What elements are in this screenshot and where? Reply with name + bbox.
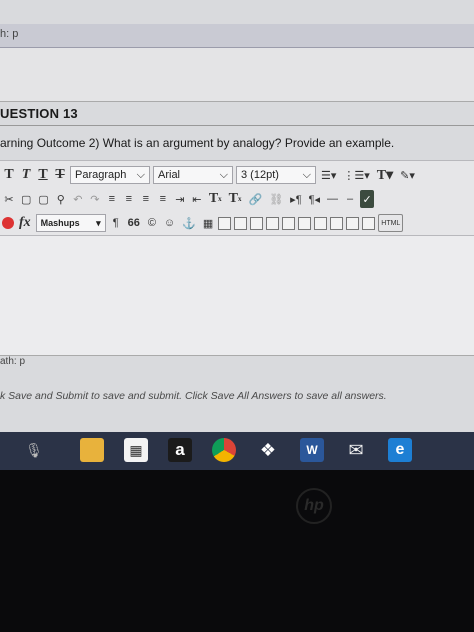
- table-icon[interactable]: ▦: [201, 214, 215, 232]
- size-select[interactable]: 3 (12pt) ⌵: [236, 166, 316, 184]
- mashups-label: Mashups: [40, 218, 80, 228]
- spellcheck-icon[interactable]: ✓: [360, 190, 375, 208]
- formula-button[interactable]: fx: [17, 214, 33, 232]
- amazon-icon[interactable]: a: [168, 438, 192, 462]
- font-select[interactable]: Arial ⌵: [153, 166, 233, 184]
- toolbar-row-3: fx Mashups ▾ ¶ 66 © ☺ ⚓ ▦ HTML: [0, 211, 474, 235]
- taskbar: 🎙 ▦ a ❖ W ✉ e: [0, 432, 474, 470]
- numbered-list-icon[interactable]: ⋮☰▾: [341, 166, 371, 184]
- mail-icon[interactable]: ✉: [344, 438, 368, 462]
- chevron-down-icon: ⌵: [302, 168, 311, 181]
- redo-icon[interactable]: ↷: [88, 190, 102, 208]
- align-right-icon[interactable]: ≡: [139, 190, 153, 208]
- preview-icon[interactable]: [362, 216, 376, 230]
- table-props-icon[interactable]: [314, 216, 328, 230]
- copy-icon[interactable]: ▢: [19, 190, 33, 208]
- align-center-icon[interactable]: ≡: [122, 190, 136, 208]
- blockquote-button[interactable]: 66: [126, 214, 142, 232]
- minus-icon[interactable]: –: [343, 190, 357, 208]
- subscript-label: T: [228, 191, 238, 206]
- superscript-button[interactable]: Tx: [207, 190, 224, 208]
- path-text: h: p: [0, 28, 19, 40]
- search-icon[interactable]: ⚲: [54, 190, 68, 208]
- cell-props-icon[interactable]: [330, 216, 344, 230]
- table-merge-icon[interactable]: [282, 216, 296, 230]
- path-bar-top: h: p: [0, 24, 474, 48]
- chrome-icon[interactable]: [212, 438, 236, 462]
- subscript-button[interactable]: Tx: [227, 190, 244, 208]
- align-justify-icon[interactable]: ≡: [156, 190, 170, 208]
- paragraph-mark-icon[interactable]: ¶: [109, 214, 123, 232]
- underline-button[interactable]: T: [36, 166, 50, 184]
- divider: [0, 125, 474, 126]
- table-delete-row-icon[interactable]: [234, 216, 248, 230]
- edge-icon[interactable]: e: [388, 438, 412, 462]
- undo-icon[interactable]: ↶: [71, 190, 85, 208]
- unlink-icon[interactable]: ⛓: [267, 190, 285, 208]
- save-instruction: k Save and Submit to save and submit. Cl…: [0, 390, 387, 402]
- align-left-icon[interactable]: ≡: [105, 190, 119, 208]
- word-icon[interactable]: W: [300, 438, 324, 462]
- rtl-icon[interactable]: ¶◂: [307, 190, 322, 208]
- file-explorer-icon[interactable]: [80, 438, 104, 462]
- toolbar-row-2: ✂ ▢ ▢ ⚲ ↶ ↷ ≡ ≡ ≡ ≡ ⇥ ⇤ Tx Tx 🔗 ⛓ ▸¶ ¶◂ …: [0, 187, 474, 211]
- laptop-bezel: [0, 470, 474, 632]
- copyright-icon[interactable]: ©: [145, 214, 159, 232]
- chevron-down-icon: ▾: [96, 217, 101, 228]
- link-icon[interactable]: 🔗: [247, 190, 265, 208]
- record-icon[interactable]: [2, 217, 14, 229]
- italic-button[interactable]: T: [19, 166, 33, 184]
- screen: h: p UESTION 13 arning Outcome 2) What i…: [0, 0, 474, 470]
- font-select-value: Arial: [158, 169, 181, 181]
- indent-icon[interactable]: ⇥: [173, 190, 187, 208]
- answer-editor[interactable]: [0, 236, 474, 356]
- word-letter: W: [306, 443, 318, 457]
- chevron-down-icon: ⌵: [136, 168, 145, 181]
- table-split-icon[interactable]: [298, 216, 312, 230]
- microphone-icon[interactable]: 🎙: [22, 438, 46, 462]
- previous-answer-pane[interactable]: [0, 48, 474, 102]
- cut-icon[interactable]: ✂: [2, 190, 16, 208]
- mashups-select[interactable]: Mashups ▾: [35, 214, 106, 232]
- fullscreen-icon[interactable]: [346, 216, 360, 230]
- horizontal-rule-icon[interactable]: —: [325, 190, 340, 208]
- chevron-down-icon: ⌵: [219, 168, 228, 181]
- paragraph-select-value: Paragraph: [75, 169, 127, 181]
- bullet-list-icon[interactable]: ☰▾: [319, 166, 338, 184]
- store-icon[interactable]: ▦: [124, 438, 148, 462]
- dropbox-icon[interactable]: ❖: [256, 438, 280, 462]
- path-text: ath: p: [0, 356, 26, 367]
- size-select-value: 3 (12pt): [241, 169, 279, 181]
- editor-toolbar: T T T T Paragraph ⌵ Arial ⌵ 3 (12pt) ⌵ ☰…: [0, 160, 474, 236]
- text-color-icon[interactable]: T▾: [375, 166, 395, 184]
- toolbar-row-1: T T T T Paragraph ⌵ Arial ⌵ 3 (12pt) ⌵ ☰…: [0, 163, 474, 187]
- ltr-icon[interactable]: ▸¶: [288, 190, 303, 208]
- strikethrough-button[interactable]: T: [53, 166, 67, 184]
- question-text: arning Outcome 2) What is an argument by…: [0, 136, 395, 150]
- html-button[interactable]: HTML: [378, 214, 404, 232]
- bold-button[interactable]: T: [2, 166, 16, 184]
- table-insert-col-icon[interactable]: [250, 216, 264, 230]
- outdent-icon[interactable]: ⇤: [190, 190, 204, 208]
- emoticon-icon[interactable]: ☺: [162, 214, 177, 232]
- paragraph-select[interactable]: Paragraph ⌵: [70, 166, 150, 184]
- anchor-icon[interactable]: ⚓: [180, 214, 198, 232]
- amazon-letter: a: [175, 440, 185, 459]
- path-bar-bottom: ath: p: [0, 356, 474, 370]
- table-insert-row-icon[interactable]: [218, 216, 232, 230]
- hp-logo-icon: hp: [296, 488, 332, 524]
- highlight-pen-icon[interactable]: ✎▾: [398, 166, 417, 184]
- table-delete-col-icon[interactable]: [266, 216, 280, 230]
- paste-icon[interactable]: ▢: [36, 190, 50, 208]
- superscript-label: T: [208, 191, 219, 206]
- question-title: UESTION 13: [0, 106, 78, 121]
